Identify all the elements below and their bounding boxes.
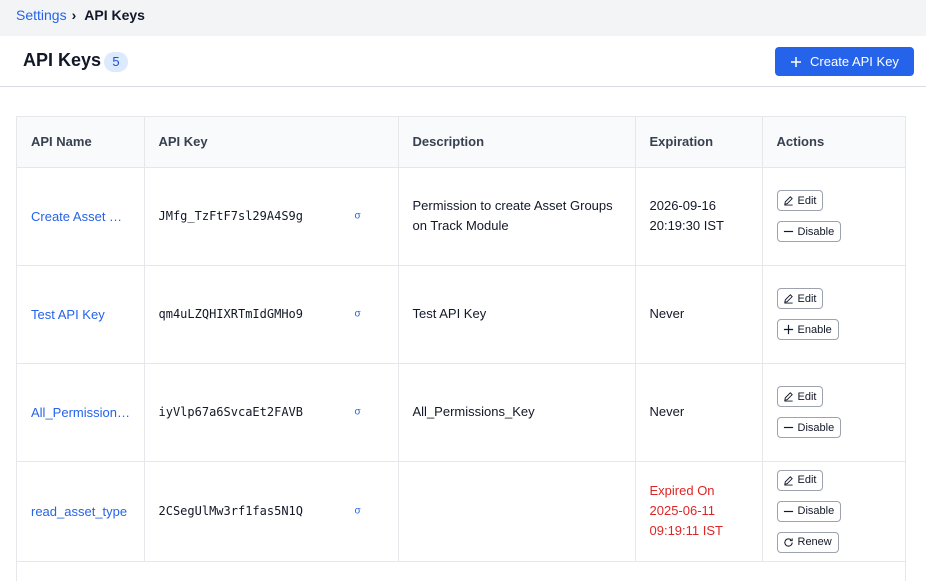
column-header-expiration: Expiration: [635, 117, 763, 168]
pencil-icon: [783, 475, 793, 486]
eye-icon[interactable]: σ: [355, 407, 361, 418]
row-actions: Edit Disable: [776, 182, 906, 250]
api-name-link[interactable]: read_asset_type: [31, 504, 131, 519]
expiration-date: Never: [649, 306, 685, 321]
renew-button[interactable]: Renew: [776, 531, 839, 553]
disable-button[interactable]: Disable: [776, 221, 842, 242]
page-title: API Keys: [23, 50, 102, 70]
pencil-icon: [783, 392, 793, 402]
expiration-date: Never: [649, 404, 685, 419]
api-key-value: 2CSegUlMw3rf1fas5N1Q: [158, 504, 304, 518]
description-cell: Test API Key: [398, 265, 636, 364]
disable-label: Disable: [797, 505, 835, 517]
eye-icon[interactable]: σ: [355, 506, 361, 517]
api-keys-table: API Name API Key Description Expiration …: [16, 116, 906, 581]
disable-button[interactable]: Disable: [776, 417, 842, 438]
minus-icon: [783, 426, 793, 429]
row-actions: Edit Disable Renew: [776, 462, 906, 561]
edit-label: Edit: [797, 194, 817, 207]
table-row: read_asset_type 2CSegUlMw3rf1fas5N1Q σ E…: [17, 461, 906, 562]
column-header-api-name: API Name: [17, 117, 145, 168]
enable-button[interactable]: Enable: [776, 319, 839, 340]
expiration-cell: Never: [635, 265, 763, 364]
top-bar: Settings › API Keys: [0, 0, 926, 36]
enable-label: Enable: [797, 323, 832, 336]
api-name-link[interactable]: Test API Key: [31, 307, 131, 322]
create-api-key-button[interactable]: Create API Key: [775, 47, 914, 76]
description-cell: All_Permissions_Key: [398, 363, 636, 462]
count-badge: 5: [104, 52, 128, 72]
create-api-key-label: Create API Key: [810, 54, 899, 69]
expiration-cell: 2026-09-16 20:19:30 IST: [635, 167, 763, 266]
expiration-cell: Never: [635, 363, 763, 462]
edit-button[interactable]: Edit: [776, 469, 824, 491]
pencil-icon: [783, 294, 793, 304]
plus-icon: [783, 324, 793, 335]
row-actions: Edit Enable: [776, 280, 906, 348]
api-key-value: JMfg_TzFtF7sl29A4S9g: [158, 209, 304, 223]
pencil-icon: [783, 196, 793, 206]
api-key-value: qm4uLZQHIXRTmIdGMHo9: [158, 307, 304, 321]
page-header: API Keys 5 Create API Key: [0, 36, 926, 87]
expiration-date: 2026-09-16: [649, 198, 717, 213]
disable-label: Disable: [797, 225, 835, 238]
disable-label: Disable: [797, 421, 835, 434]
edit-button[interactable]: Edit: [776, 190, 824, 211]
eye-icon[interactable]: σ: [355, 211, 361, 222]
edit-label: Edit: [797, 474, 817, 486]
expiration-cell: Expired On 2025-06-11 09:19:11 IST: [635, 461, 763, 562]
expiration-date: 2025-06-11: [649, 503, 716, 518]
row-actions: Edit Disable: [776, 378, 906, 446]
minus-icon: [783, 230, 793, 233]
table-row: Create Asset Groups JMfg_TzFtF7sl29A4S9g…: [17, 167, 906, 266]
description-cell: Permission to create Asset Groups on Tra…: [398, 167, 636, 266]
table-header-row: API Name API Key Description Expiration …: [17, 117, 905, 168]
api-key-value: iyVlp67a6SvcaEt2FAVB: [158, 405, 304, 419]
expiration-time: 20:19:30 IST: [649, 218, 724, 233]
edit-button[interactable]: Edit: [776, 288, 824, 309]
table-row: Test API Key qm4uLZQHIXRTmIdGMHo9 σ Test…: [17, 265, 906, 364]
breadcrumb-current: API Keys: [84, 7, 145, 23]
disable-button[interactable]: Disable: [776, 500, 842, 522]
edit-label: Edit: [797, 390, 817, 403]
edit-button[interactable]: Edit: [776, 386, 824, 407]
eye-icon[interactable]: σ: [355, 309, 361, 320]
expiration-time: 09:19:11 IST: [649, 523, 723, 538]
column-header-description: Description: [398, 117, 636, 168]
breadcrumb-settings-link[interactable]: Settings: [16, 7, 67, 23]
column-header-actions: Actions: [762, 117, 905, 168]
plus-icon: [791, 56, 802, 67]
breadcrumb: Settings › API Keys: [16, 7, 145, 23]
expired-label: Expired On: [649, 483, 715, 498]
table-row: All_Permissions_Key iyVlp67a6SvcaEt2FAVB…: [17, 363, 906, 462]
renew-label: Renew: [797, 536, 832, 548]
edit-label: Edit: [797, 292, 817, 305]
refresh-icon: [783, 537, 793, 547]
api-name-link[interactable]: All_Permissions_Key: [31, 405, 131, 420]
description-cell: [398, 461, 636, 562]
column-header-api-key: API Key: [144, 117, 399, 168]
minus-icon: [783, 510, 793, 512]
breadcrumb-separator: ›: [71, 7, 77, 23]
api-name-link[interactable]: Create Asset Groups: [31, 209, 131, 224]
